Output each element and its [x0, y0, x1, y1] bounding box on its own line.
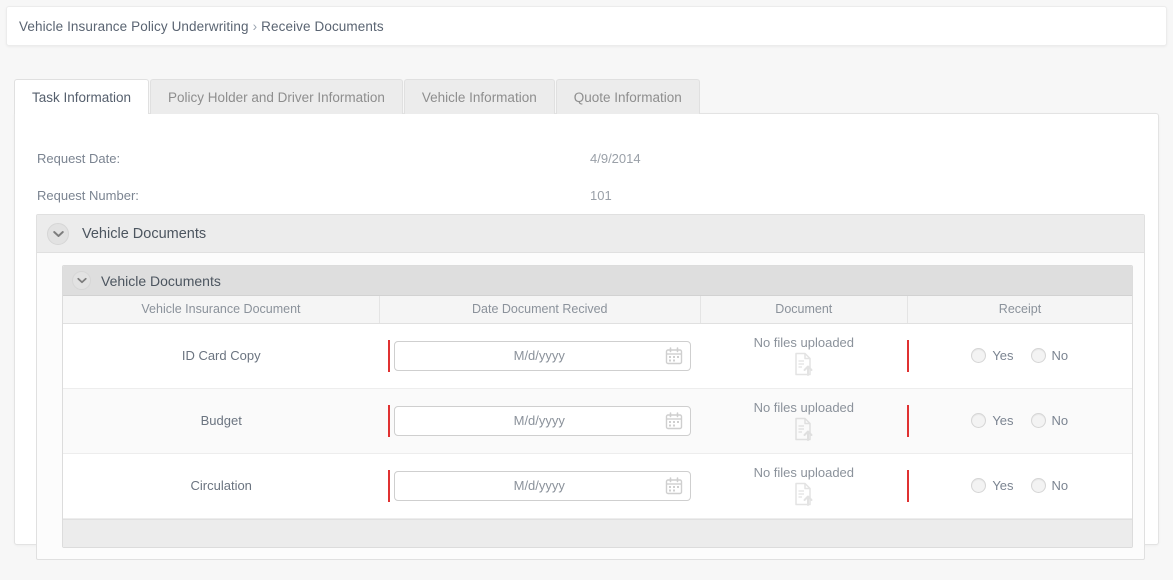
cell-receipt: Yes No	[907, 323, 1132, 389]
required-marker	[388, 404, 391, 437]
table-row: Circulation M/d/yyyy No files uploaded Y…	[63, 453, 1132, 519]
radio-label: Yes	[992, 478, 1014, 493]
radio-label: No	[1051, 348, 1069, 363]
cell-date-received: M/d/yyyy	[379, 453, 701, 519]
vehicle-documents-section: Vehicle Documents Vehicle Documents Vehi…	[36, 214, 1145, 560]
request-date-value: 4/9/2014	[590, 150, 641, 166]
calendar-icon[interactable]	[665, 411, 683, 430]
files-status: No files uploaded	[753, 400, 855, 415]
document-name: Circulation	[190, 478, 252, 493]
vehicle-documents-table: Vehicle Insurance Document Date Document…	[63, 296, 1132, 519]
required-marker	[907, 404, 910, 437]
receipt-radio-yes[interactable]: Yes	[971, 413, 1014, 428]
cell-date-received: M/d/yyyy	[379, 323, 701, 389]
required-marker	[907, 339, 910, 372]
breadcrumb-current: Receive Documents	[261, 18, 384, 34]
column-header-vehicle-insurance-document: Vehicle Insurance Document	[63, 296, 380, 324]
radio-label: Yes	[992, 348, 1014, 363]
receipt-radio-group: Yes No	[971, 413, 1068, 428]
cell-document-name: Budget	[63, 388, 380, 454]
receipt-radio-no[interactable]: No	[1030, 413, 1069, 428]
field-row-request-date: Request Date: 4/9/2014	[15, 144, 1158, 172]
table-row: Budget M/d/yyyy No files uploaded Yes No	[63, 388, 1132, 454]
date-received-input[interactable]: M/d/yyyy	[394, 470, 692, 501]
tab-bar: Task Information Policy Holder and Drive…	[14, 79, 701, 115]
field-row-request-number: Request Number: 101	[15, 181, 1158, 209]
document-name: ID Card Copy	[181, 348, 261, 363]
files-status: No files uploaded	[753, 465, 855, 480]
vehicle-documents-section-header[interactable]: Vehicle Documents	[37, 215, 1144, 253]
tab-label: Quote Information	[573, 89, 682, 105]
cell-document-name: Circulation	[63, 453, 380, 519]
tab-quote-information[interactable]: Quote Information	[555, 79, 700, 114]
table-row: ID Card Copy M/d/yyyy No files uploaded …	[63, 323, 1132, 389]
radio-circle-icon	[1030, 413, 1046, 428]
column-header-date-document-recived: Date Document Recived	[379, 296, 701, 324]
breadcrumb-root[interactable]: Vehicle Insurance Policy Underwriting	[19, 19, 249, 34]
document-name: Budget	[200, 413, 242, 428]
cell-document-name: ID Card Copy	[63, 323, 380, 389]
tab-vehicle-information[interactable]: Vehicle Information	[403, 79, 555, 114]
date-placeholder: M/d/yyyy	[513, 348, 565, 363]
tab-label: Policy Holder and Driver Information	[168, 89, 385, 105]
tab-label: Task Information	[32, 89, 132, 105]
cell-document-upload: No files uploaded	[700, 323, 908, 389]
date-placeholder: M/d/yyyy	[513, 478, 565, 493]
receipt-radio-no[interactable]: No	[1030, 348, 1069, 363]
required-marker	[388, 469, 391, 502]
vehicle-documents-inner-header[interactable]: Vehicle Documents	[63, 266, 1132, 296]
radio-circle-icon	[971, 348, 987, 363]
radio-label: Yes	[992, 413, 1014, 428]
receipt-radio-yes[interactable]: Yes	[971, 478, 1014, 493]
date-received-input[interactable]: M/d/yyyy	[394, 405, 692, 436]
cell-document-upload: No files uploaded	[700, 453, 908, 519]
column-header-receipt: Receipt	[907, 296, 1132, 324]
vehicle-documents-inner-panel: Vehicle Documents Vehicle Insurance Docu…	[62, 265, 1133, 548]
cell-receipt: Yes No	[907, 453, 1132, 519]
receipt-radio-group: Yes No	[971, 348, 1068, 363]
date-received-input[interactable]: M/d/yyyy	[394, 340, 692, 371]
table-header-row: Vehicle Insurance Document Date Document…	[63, 296, 1132, 324]
request-date-label: Request Date:	[37, 150, 121, 166]
task-information-panel: Request Date: 4/9/2014 Request Number: 1…	[14, 113, 1159, 560]
radio-label: No	[1051, 478, 1069, 493]
radio-circle-icon	[971, 478, 987, 493]
required-marker	[907, 469, 910, 502]
cell-document-upload: No files uploaded	[700, 388, 908, 454]
tab-task-information[interactable]: Task Information	[14, 79, 150, 115]
radio-circle-icon	[1030, 478, 1046, 493]
breadcrumb-separator: ›	[252, 18, 258, 34]
required-marker	[388, 339, 391, 372]
file-upload-icon[interactable]	[793, 417, 815, 441]
breadcrumb-bar: Vehicle Insurance Policy Underwriting › Re…	[6, 6, 1167, 46]
request-number-label: Request Number:	[37, 187, 139, 203]
file-upload-icon[interactable]	[793, 482, 815, 506]
date-placeholder: M/d/yyyy	[513, 413, 565, 428]
cell-date-received: M/d/yyyy	[379, 388, 701, 454]
calendar-icon[interactable]	[665, 476, 683, 495]
radio-circle-icon	[1030, 348, 1046, 363]
tab-policy-holder-and-driver-information[interactable]: Policy Holder and Driver Information	[150, 79, 403, 114]
inner-section-title: Vehicle Documents	[101, 272, 221, 289]
request-number-value: 101	[590, 187, 612, 203]
table-footer-bar	[63, 518, 1132, 547]
tab-label: Vehicle Information	[421, 89, 537, 105]
chevron-down-icon[interactable]	[72, 271, 91, 290]
receipt-radio-group: Yes No	[971, 478, 1068, 493]
file-upload-icon[interactable]	[793, 352, 815, 376]
chevron-down-icon[interactable]	[47, 222, 69, 245]
radio-circle-icon	[971, 413, 987, 428]
receipt-radio-yes[interactable]: Yes	[971, 348, 1014, 363]
calendar-icon[interactable]	[665, 346, 683, 365]
section-title: Vehicle Documents	[82, 225, 207, 242]
receipt-radio-no[interactable]: No	[1030, 478, 1069, 493]
radio-label: No	[1051, 413, 1069, 428]
column-header-document: Document	[700, 296, 908, 324]
breadcrumb: Vehicle Insurance Policy Underwriting › Re…	[19, 19, 384, 34]
cell-receipt: Yes No	[907, 388, 1132, 454]
files-status: No files uploaded	[753, 335, 855, 350]
